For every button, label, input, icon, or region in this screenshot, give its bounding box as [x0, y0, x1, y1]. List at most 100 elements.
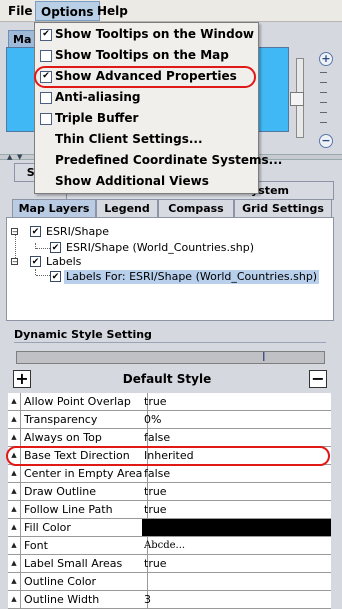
highlight-oval	[6, 446, 330, 466]
property-name: Transparency	[22, 411, 148, 428]
property-value[interactable]: 0%	[142, 411, 331, 428]
collapse-down-icon[interactable]: ▼	[17, 154, 22, 161]
menu-file[interactable]: File	[3, 1, 38, 21]
property-name: Draw Outline	[22, 483, 148, 500]
zoom-tick	[320, 82, 327, 83]
property-row[interactable]: ▲ Fill Color	[8, 519, 331, 537]
menu-item-label: Anti-aliasing	[55, 90, 141, 104]
layer-checkbox[interactable]: ✔	[50, 271, 61, 282]
expand-arrow-icon[interactable]: ▲	[8, 501, 21, 518]
tab-map[interactable]: Ma	[8, 30, 36, 48]
property-value[interactable]: 3	[142, 591, 331, 608]
expand-arrow-icon[interactable]: ▲	[8, 519, 21, 536]
property-name: Always on Top	[22, 429, 148, 446]
property-name: Font	[22, 537, 148, 554]
fill-color-swatch[interactable]	[142, 519, 331, 536]
property-value[interactable]: true	[142, 393, 331, 410]
menu-item-label: Show Tooltips on the Window	[55, 27, 255, 41]
i-beam-marker-icon[interactable]: I	[262, 350, 266, 364]
unchecked-checkbox-icon[interactable]	[40, 92, 52, 104]
section-divider	[14, 342, 326, 343]
tree-collapse-icon[interactable]: −	[11, 258, 18, 266]
tree-collapse-icon[interactable]: −	[11, 228, 18, 236]
expand-arrow-icon[interactable]: ▲	[8, 429, 21, 446]
tab-compass[interactable]: Compass	[158, 199, 234, 218]
property-row[interactable]: ▲ Draw Outline true	[8, 483, 331, 501]
style-range-bar[interactable]	[16, 351, 325, 364]
zoom-tick	[320, 122, 327, 123]
tree-item-esri-shape[interactable]: ESRI/Shape	[46, 225, 109, 239]
unchecked-checkbox-icon[interactable]	[40, 113, 52, 125]
zoom-out-icon[interactable]: −	[319, 134, 333, 148]
tree-connector	[36, 275, 50, 276]
menu-item[interactable]: Triple Buffer	[35, 108, 257, 129]
expand-arrow-icon[interactable]: ▲	[8, 393, 21, 410]
layer-checkbox[interactable]: ✔	[50, 242, 61, 253]
zoom-tick	[320, 102, 327, 103]
expand-arrow-icon[interactable]: ▲	[8, 555, 21, 572]
menu-item-label: Thin Client Settings...	[55, 132, 203, 146]
property-name: Outline Color	[22, 573, 148, 590]
menu-help[interactable]: Help	[92, 1, 133, 21]
add-style-button[interactable]: +	[13, 370, 31, 388]
tab-map-layers[interactable]: Map Layers	[12, 199, 96, 218]
tree-item-labels-for-world-countries[interactable]: Labels For: ESRI/Shape (World_Countries.…	[64, 270, 320, 284]
expand-arrow-icon[interactable]: ▲	[8, 591, 21, 608]
property-row[interactable]: ▲ Outline Width 3	[8, 591, 331, 609]
tree-connector	[36, 248, 50, 249]
property-row[interactable]: ▲ Transparency 0%	[8, 411, 331, 429]
tab-grid-settings[interactable]: Grid Settings	[234, 199, 332, 218]
property-row[interactable]: ▲ Follow Line Path true	[8, 501, 331, 519]
expand-arrow-icon[interactable]: ▲	[8, 537, 21, 554]
checked-checkbox-icon[interactable]: ✔	[40, 29, 52, 41]
remove-style-button[interactable]: −	[309, 370, 327, 388]
expand-arrow-icon[interactable]: ▲	[8, 573, 21, 590]
menu-item-label: Triple Buffer	[55, 111, 139, 125]
unchecked-checkbox-icon[interactable]	[40, 50, 52, 62]
property-value[interactable]	[142, 573, 331, 590]
property-value[interactable]: Abcde...	[142, 537, 331, 554]
menu-item-label: Predefined Coordinate Systems...	[55, 153, 283, 167]
property-value[interactable]: false	[142, 465, 331, 482]
collapse-up-icon[interactable]: ▲	[7, 154, 12, 161]
property-row[interactable]: ▲ Center in Empty Area false	[8, 465, 331, 483]
layer-checkbox[interactable]: ✔	[30, 256, 41, 267]
dynamic-style-title: Dynamic Style Setting	[14, 328, 152, 341]
menu-item[interactable]: Thin Client Settings...	[35, 129, 257, 150]
tab-legend[interactable]: Legend	[96, 199, 158, 218]
zoom-in-icon[interactable]: +	[319, 52, 333, 66]
property-row[interactable]: ▲ Allow Point Overlap true	[8, 393, 331, 411]
property-name: Label Small Areas	[22, 555, 148, 572]
property-name: Center in Empty Area	[22, 465, 148, 482]
menu-item[interactable]: Show Additional Views	[35, 171, 257, 192]
style-name-label: Default Style	[122, 372, 212, 386]
menu-item-label: Show Additional Views	[55, 174, 209, 188]
expand-arrow-icon[interactable]: ▲	[8, 411, 21, 428]
property-value[interactable]: true	[142, 555, 331, 572]
property-row[interactable]: ▲ Always on Top false	[8, 429, 331, 447]
menu-item[interactable]: ✔ Show Tooltips on the Window	[35, 24, 257, 45]
zoom-tick	[320, 92, 327, 93]
menu-item[interactable]: Anti-aliasing	[35, 87, 257, 108]
tree-item-world-countries[interactable]: ESRI/Shape (World_Countries.shp)	[66, 241, 254, 255]
menu-item-label: Show Tooltips on the Map	[55, 48, 229, 62]
menu-item[interactable]: Show Tooltips on the Map	[35, 45, 257, 66]
expand-arrow-icon[interactable]: ▲	[8, 483, 21, 500]
property-value[interactable]: false	[142, 429, 331, 446]
property-value[interactable]: true	[142, 501, 331, 518]
property-name: Allow Point Overlap	[22, 393, 148, 410]
property-name: Outline Width	[22, 591, 148, 608]
menu-options[interactable]: Options	[35, 1, 100, 21]
zoom-slider-thumb[interactable]	[290, 92, 304, 106]
menu-item[interactable]: Predefined Coordinate Systems...	[35, 150, 282, 171]
expand-arrow-icon[interactable]: ▲	[8, 465, 21, 482]
layer-checkbox[interactable]: ✔	[30, 226, 41, 237]
tree-item-labels[interactable]: Labels	[46, 255, 81, 269]
property-row[interactable]: ▲ Outline Color	[8, 573, 331, 591]
property-row[interactable]: ▲ Label Small Areas true	[8, 555, 331, 573]
property-row[interactable]: ▲ Font Abcde...	[8, 537, 331, 555]
zoom-tick	[320, 112, 327, 113]
zoom-tick	[320, 72, 327, 73]
highlight-oval	[34, 66, 256, 88]
property-value[interactable]: true	[142, 483, 331, 500]
